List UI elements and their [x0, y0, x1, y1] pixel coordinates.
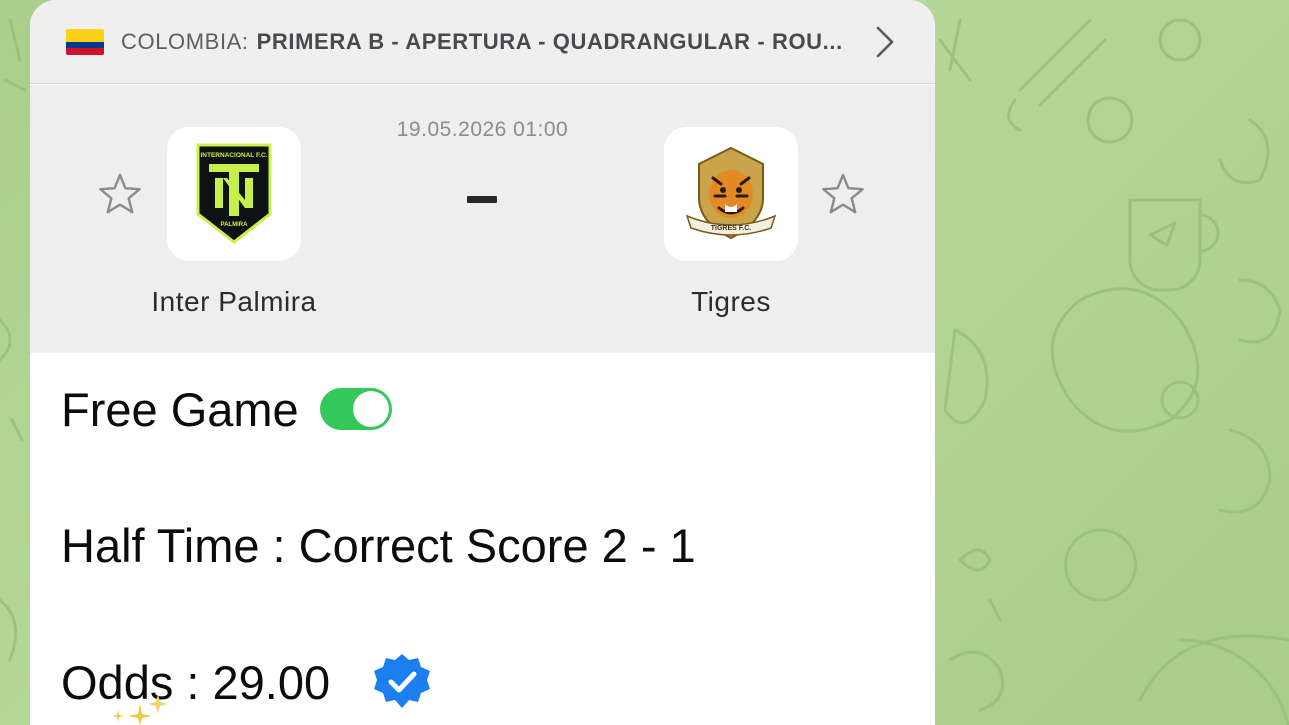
away-team-name[interactable]: Tigres	[601, 286, 861, 318]
star-outline-icon[interactable]	[97, 171, 143, 217]
match-datetime: 19.05.2026 01:00	[396, 118, 569, 141]
verified-badge-icon	[374, 654, 430, 708]
sparkles-icon	[112, 694, 168, 725]
message-bubble: COLOMBIA: PRIMERA B - APERTURA - QUADRAN…	[30, 0, 935, 725]
score-separator	[467, 196, 497, 203]
colombia-flag-icon	[66, 28, 104, 55]
match-card: INTERNACIONAL F.C. PALMIRA Inter Palmira…	[30, 85, 935, 353]
half-time-tip: Half Time : Correct Score 2 - 1	[61, 519, 696, 572]
home-team-logo[interactable]: INTERNACIONAL F.C. PALMIRA	[167, 127, 301, 261]
league-name: PRIMERA B - APERTURA - QUADRANGULAR - RO…	[256, 28, 843, 54]
home-team-name[interactable]: Inter Palmira	[104, 286, 364, 318]
star-outline-icon[interactable]	[820, 171, 866, 217]
tigres-crest-icon: TIGRES F.C.	[685, 146, 777, 240]
away-team-logo[interactable]: TIGRES F.C.	[664, 127, 798, 261]
free-game-toggle[interactable]	[320, 388, 392, 430]
free-game-label: Free Game	[61, 383, 299, 436]
crest-text-bottom: PALMIRA	[221, 222, 249, 228]
crest-text-top: INTERNACIONAL F.C.	[200, 152, 267, 159]
inter-palmira-crest-icon: INTERNACIONAL F.C. PALMIRA	[196, 143, 272, 244]
toggle-knob	[353, 391, 389, 427]
chevron-right-icon[interactable]	[869, 24, 899, 60]
league-header[interactable]: COLOMBIA: PRIMERA B - APERTURA - QUADRAN…	[30, 0, 935, 84]
crest-text: TIGRES F.C.	[711, 225, 752, 232]
league-country: COLOMBIA:	[121, 28, 249, 54]
